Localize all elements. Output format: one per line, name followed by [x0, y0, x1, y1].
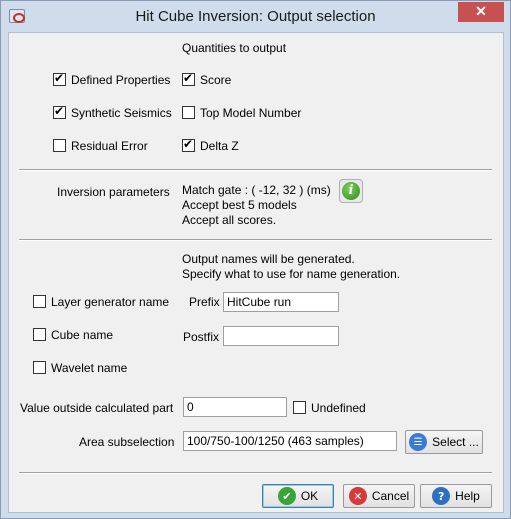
check-icon: ✔ [277, 487, 296, 505]
score-checkbox[interactable] [182, 71, 195, 86]
help-icon: ? [432, 487, 451, 505]
prefix-label: Prefix [189, 295, 220, 309]
separator [19, 169, 492, 171]
info-icon-button[interactable]: i [339, 179, 363, 203]
area-subselection-field: 100/750-100/1250 (463 samples) [183, 431, 397, 451]
top-model-number-label: Top Model Number [200, 106, 302, 120]
output-names-info: Output names will be generated. [182, 252, 355, 266]
dialog-body: Quantities to output Defined Properties … [8, 32, 504, 513]
wavelet-name-checkbox[interactable] [33, 361, 46, 374]
help-button[interactable]: ? Help [420, 484, 492, 508]
cube-name-label: Cube name [51, 328, 114, 342]
match-gate-text: Match gate : ( -12, 32 ) (ms) [182, 183, 331, 197]
undefined-label: Undefined [311, 401, 366, 415]
cancel-icon: ✕ [348, 487, 367, 505]
select-button-label: Select ... [432, 435, 479, 449]
area-subselection-label: Area subselection [79, 435, 175, 449]
prefix-input[interactable]: HitCube run [223, 292, 339, 312]
inversion-parameters-label: Inversion parameters [57, 185, 170, 199]
name-generation-info: Specify what to use for name generation. [182, 267, 401, 281]
ok-button-label: OK [300, 489, 319, 503]
delta-z-checkbox[interactable] [182, 137, 195, 152]
undefined-checkbox[interactable] [293, 401, 306, 414]
value-outside-input[interactable]: 0 [183, 397, 287, 417]
synthetic-seismics-label: Synthetic Seismics [71, 106, 172, 120]
postfix-label: Postfix [183, 330, 220, 344]
postfix-input[interactable] [223, 326, 339, 346]
cancel-button[interactable]: ✕ Cancel [343, 484, 415, 508]
cancel-button-label: Cancel [371, 489, 410, 503]
title-bar[interactable]: Hit Cube Inversion: Output selection ✕ [1, 1, 510, 33]
ok-button[interactable]: ✔ OK [262, 484, 334, 508]
dialog-window: Hit Cube Inversion: Output selection ✕ Q… [0, 0, 511, 519]
score-label: Score [200, 73, 232, 87]
delta-z-label: Delta Z [200, 139, 239, 153]
accept-models-text: Accept best 5 models [182, 198, 297, 212]
value-outside-label: Value outside calculated part [20, 401, 174, 415]
quantities-heading: Quantities to output [182, 41, 287, 55]
top-model-number-checkbox[interactable] [182, 106, 195, 119]
residual-error-checkbox[interactable] [53, 139, 66, 152]
select-button[interactable]: ☰ Select ... [405, 430, 483, 454]
info-icon: i [342, 182, 360, 200]
layer-generator-name-label: Layer generator name [51, 295, 170, 309]
separator [19, 472, 492, 474]
synthetic-seismics-checkbox[interactable] [53, 104, 66, 119]
accept-scores-text: Accept all scores. [182, 213, 277, 227]
wavelet-name-label: Wavelet name [51, 361, 128, 375]
defined-properties-label: Defined Properties [71, 73, 171, 87]
list-icon: ☰ [409, 433, 428, 451]
separator [19, 239, 492, 241]
cube-name-checkbox[interactable] [33, 328, 46, 341]
close-button[interactable]: ✕ [458, 2, 504, 22]
layer-generator-name-checkbox[interactable] [33, 295, 46, 308]
window-title: Hit Cube Inversion: Output selection [135, 8, 376, 25]
residual-error-label: Residual Error [71, 139, 148, 153]
defined-properties-checkbox[interactable] [53, 71, 66, 86]
help-button-label: Help [455, 489, 480, 503]
